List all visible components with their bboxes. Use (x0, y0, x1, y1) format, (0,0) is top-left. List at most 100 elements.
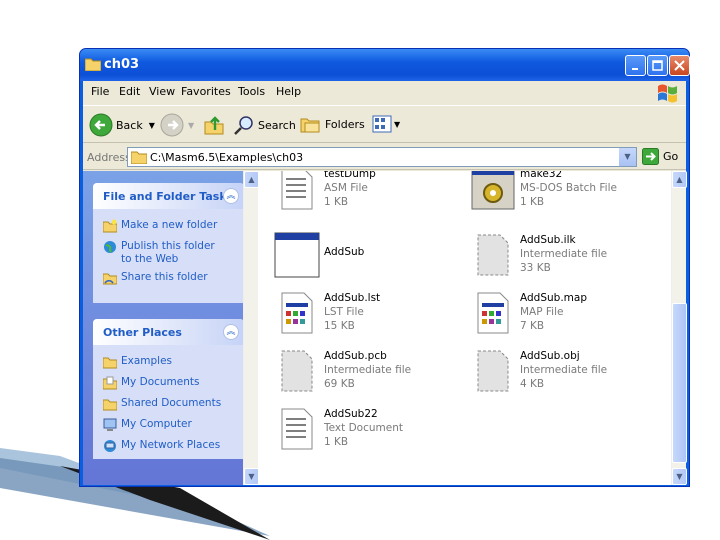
folder-icon (85, 58, 101, 71)
file-item[interactable]: make32 MS-DOS Batch File 1 KB (470, 171, 660, 225)
file-size: 15 KB (324, 320, 355, 332)
file-folder-tasks-panel: File and Folder Tasks ︽ Make a new folde… (93, 183, 244, 303)
file-name: make32 (520, 171, 563, 180)
file-item[interactable]: AddSub (274, 231, 464, 291)
task-make-folder-label: Make a new folder (121, 219, 218, 231)
close-icon (674, 60, 685, 71)
address-path: C:\Masm6.5\Examples\ch03 (150, 151, 304, 164)
file-item[interactable]: AddSub.lst LST File 15 KB (274, 289, 464, 349)
file-size: 4 KB (520, 378, 545, 390)
minimize-icon (631, 67, 638, 70)
maximize-button[interactable] (647, 55, 668, 76)
place-my-network-places[interactable]: My Network Places (103, 439, 220, 453)
back-dropdown-icon[interactable]: ▼ (149, 121, 155, 130)
place-shared-documents[interactable]: Shared Documents (103, 397, 221, 411)
menu-tools[interactable]: Tools (238, 85, 265, 98)
place-my-documents[interactable]: My Documents (103, 376, 199, 390)
computer-icon (103, 418, 117, 431)
maximize-icon (652, 60, 663, 71)
file-item[interactable]: AddSub.ilk Intermediate file 33 KB (470, 231, 660, 291)
scroll-down-icon[interactable]: ▼ (672, 468, 687, 485)
file-type: MAP File (520, 306, 564, 318)
new-folder-icon (103, 219, 117, 233)
forward-dropdown-icon[interactable]: ▼ (188, 121, 194, 130)
back-label: Back (116, 118, 143, 132)
task-pane: File and Folder Tasks ︽ Make a new folde… (83, 171, 259, 485)
scroll-up-icon[interactable]: ▲ (244, 171, 259, 188)
windows-logo-icon (658, 84, 677, 103)
file-size: 1 KB (324, 196, 349, 208)
task-pane-scrollbar[interactable]: ▲ ▼ (243, 171, 259, 485)
title-bar[interactable]: ch03 (80, 49, 690, 81)
collapse-chevron-icon[interactable]: ︽ (223, 324, 239, 340)
back-button[interactable]: Back ▼ (89, 113, 155, 137)
task-share-folder[interactable]: Share this folder (103, 271, 208, 285)
explorer-window: ch03 File Edit View Favorites Tools Help… (79, 48, 690, 487)
collapse-chevron-icon[interactable]: ︽ (223, 188, 239, 204)
application-window-icon (274, 232, 320, 278)
menu-edit[interactable]: Edit (119, 85, 140, 98)
generic-file-icon (477, 234, 509, 276)
file-name: AddSub22 (324, 408, 378, 420)
folders-button[interactable]: Folders (300, 114, 365, 134)
folder-icon (103, 357, 117, 369)
forward-button[interactable]: ▼ (160, 113, 194, 137)
folders-label: Folders (325, 117, 365, 131)
go-label: Go (663, 150, 679, 163)
address-dropdown-icon[interactable]: ▼ (619, 148, 636, 166)
go-button[interactable]: Go (642, 148, 678, 165)
other-places-header[interactable]: Other Places ︽ (93, 319, 244, 345)
file-name: testDump (324, 171, 376, 180)
map-file-icon (477, 292, 509, 334)
search-button[interactable]: Search (233, 114, 296, 136)
menu-bar: File Edit View Favorites Tools Help (83, 81, 686, 103)
file-item[interactable]: AddSub22 Text Document 1 KB (274, 405, 464, 465)
file-size: 1 KB (324, 436, 349, 448)
minimize-button[interactable] (625, 55, 646, 76)
toolbar: Back ▼ ▼ Search Folders ▼ (83, 105, 686, 143)
folders-icon (300, 118, 320, 133)
menu-help[interactable]: Help (276, 85, 301, 98)
shared-folder-icon (103, 399, 117, 411)
file-name: AddSub.obj (520, 350, 580, 362)
up-folder-icon (204, 116, 224, 135)
menu-view[interactable]: View (149, 85, 175, 98)
file-item[interactable]: AddSub.obj Intermediate file 4 KB (470, 347, 660, 407)
file-name: AddSub.lst (324, 292, 381, 304)
file-folder-tasks-title: File and Folder Tasks (103, 190, 234, 203)
up-folder-button[interactable] (203, 114, 225, 136)
views-button[interactable]: ▼ (372, 115, 400, 133)
file-list-scrollbar[interactable]: ▲ ▼ (671, 171, 687, 485)
file-list: testDump ASM File 1 KB make32 MS-DOS Batch … (260, 171, 671, 485)
file-folder-tasks-header[interactable]: File and Folder Tasks ︽ (93, 183, 244, 209)
place-examples[interactable]: Examples (103, 355, 172, 369)
generic-file-icon (281, 350, 313, 392)
text-file-icon (281, 171, 313, 210)
scroll-down-icon[interactable]: ▼ (244, 468, 259, 485)
task-make-folder[interactable]: Make a new folder (103, 219, 217, 233)
file-item[interactable]: AddSub.map MAP File 7 KB (470, 289, 660, 349)
file-size: 33 KB (520, 262, 551, 274)
file-item[interactable]: testDump ASM File 1 KB (274, 171, 464, 225)
menu-favorites[interactable]: Favorites (181, 85, 231, 98)
place-my-computer-label: My Computer (121, 418, 192, 430)
place-my-computer[interactable]: My Computer (103, 418, 192, 432)
views-icon (372, 115, 392, 133)
task-publish-web[interactable]: Publish this folder to the Web (103, 240, 223, 266)
menu-file[interactable]: File (91, 85, 109, 98)
close-button[interactable] (669, 55, 690, 76)
folder-icon (131, 151, 147, 164)
task-share-folder-label: Share this folder (121, 271, 208, 283)
address-input[interactable]: C:\Masm6.5\Examples\ch03 ▼ (127, 147, 637, 167)
content-area: File and Folder Tasks ︽ Make a new folde… (83, 171, 687, 485)
views-dropdown-icon[interactable]: ▼ (394, 120, 400, 129)
window-client: File Edit View Favorites Tools Help Back… (83, 81, 687, 485)
place-shared-documents-label: Shared Documents (121, 397, 222, 409)
scroll-up-icon[interactable]: ▲ (672, 171, 687, 188)
place-my-network-places-label: My Network Places (121, 439, 221, 451)
scroll-thumb[interactable] (672, 303, 687, 463)
file-name: AddSub (324, 246, 365, 258)
go-arrow-icon (642, 148, 659, 165)
file-item[interactable]: AddSub.pcb Intermediate file 69 KB (274, 347, 464, 407)
file-type: Intermediate file (520, 248, 608, 260)
